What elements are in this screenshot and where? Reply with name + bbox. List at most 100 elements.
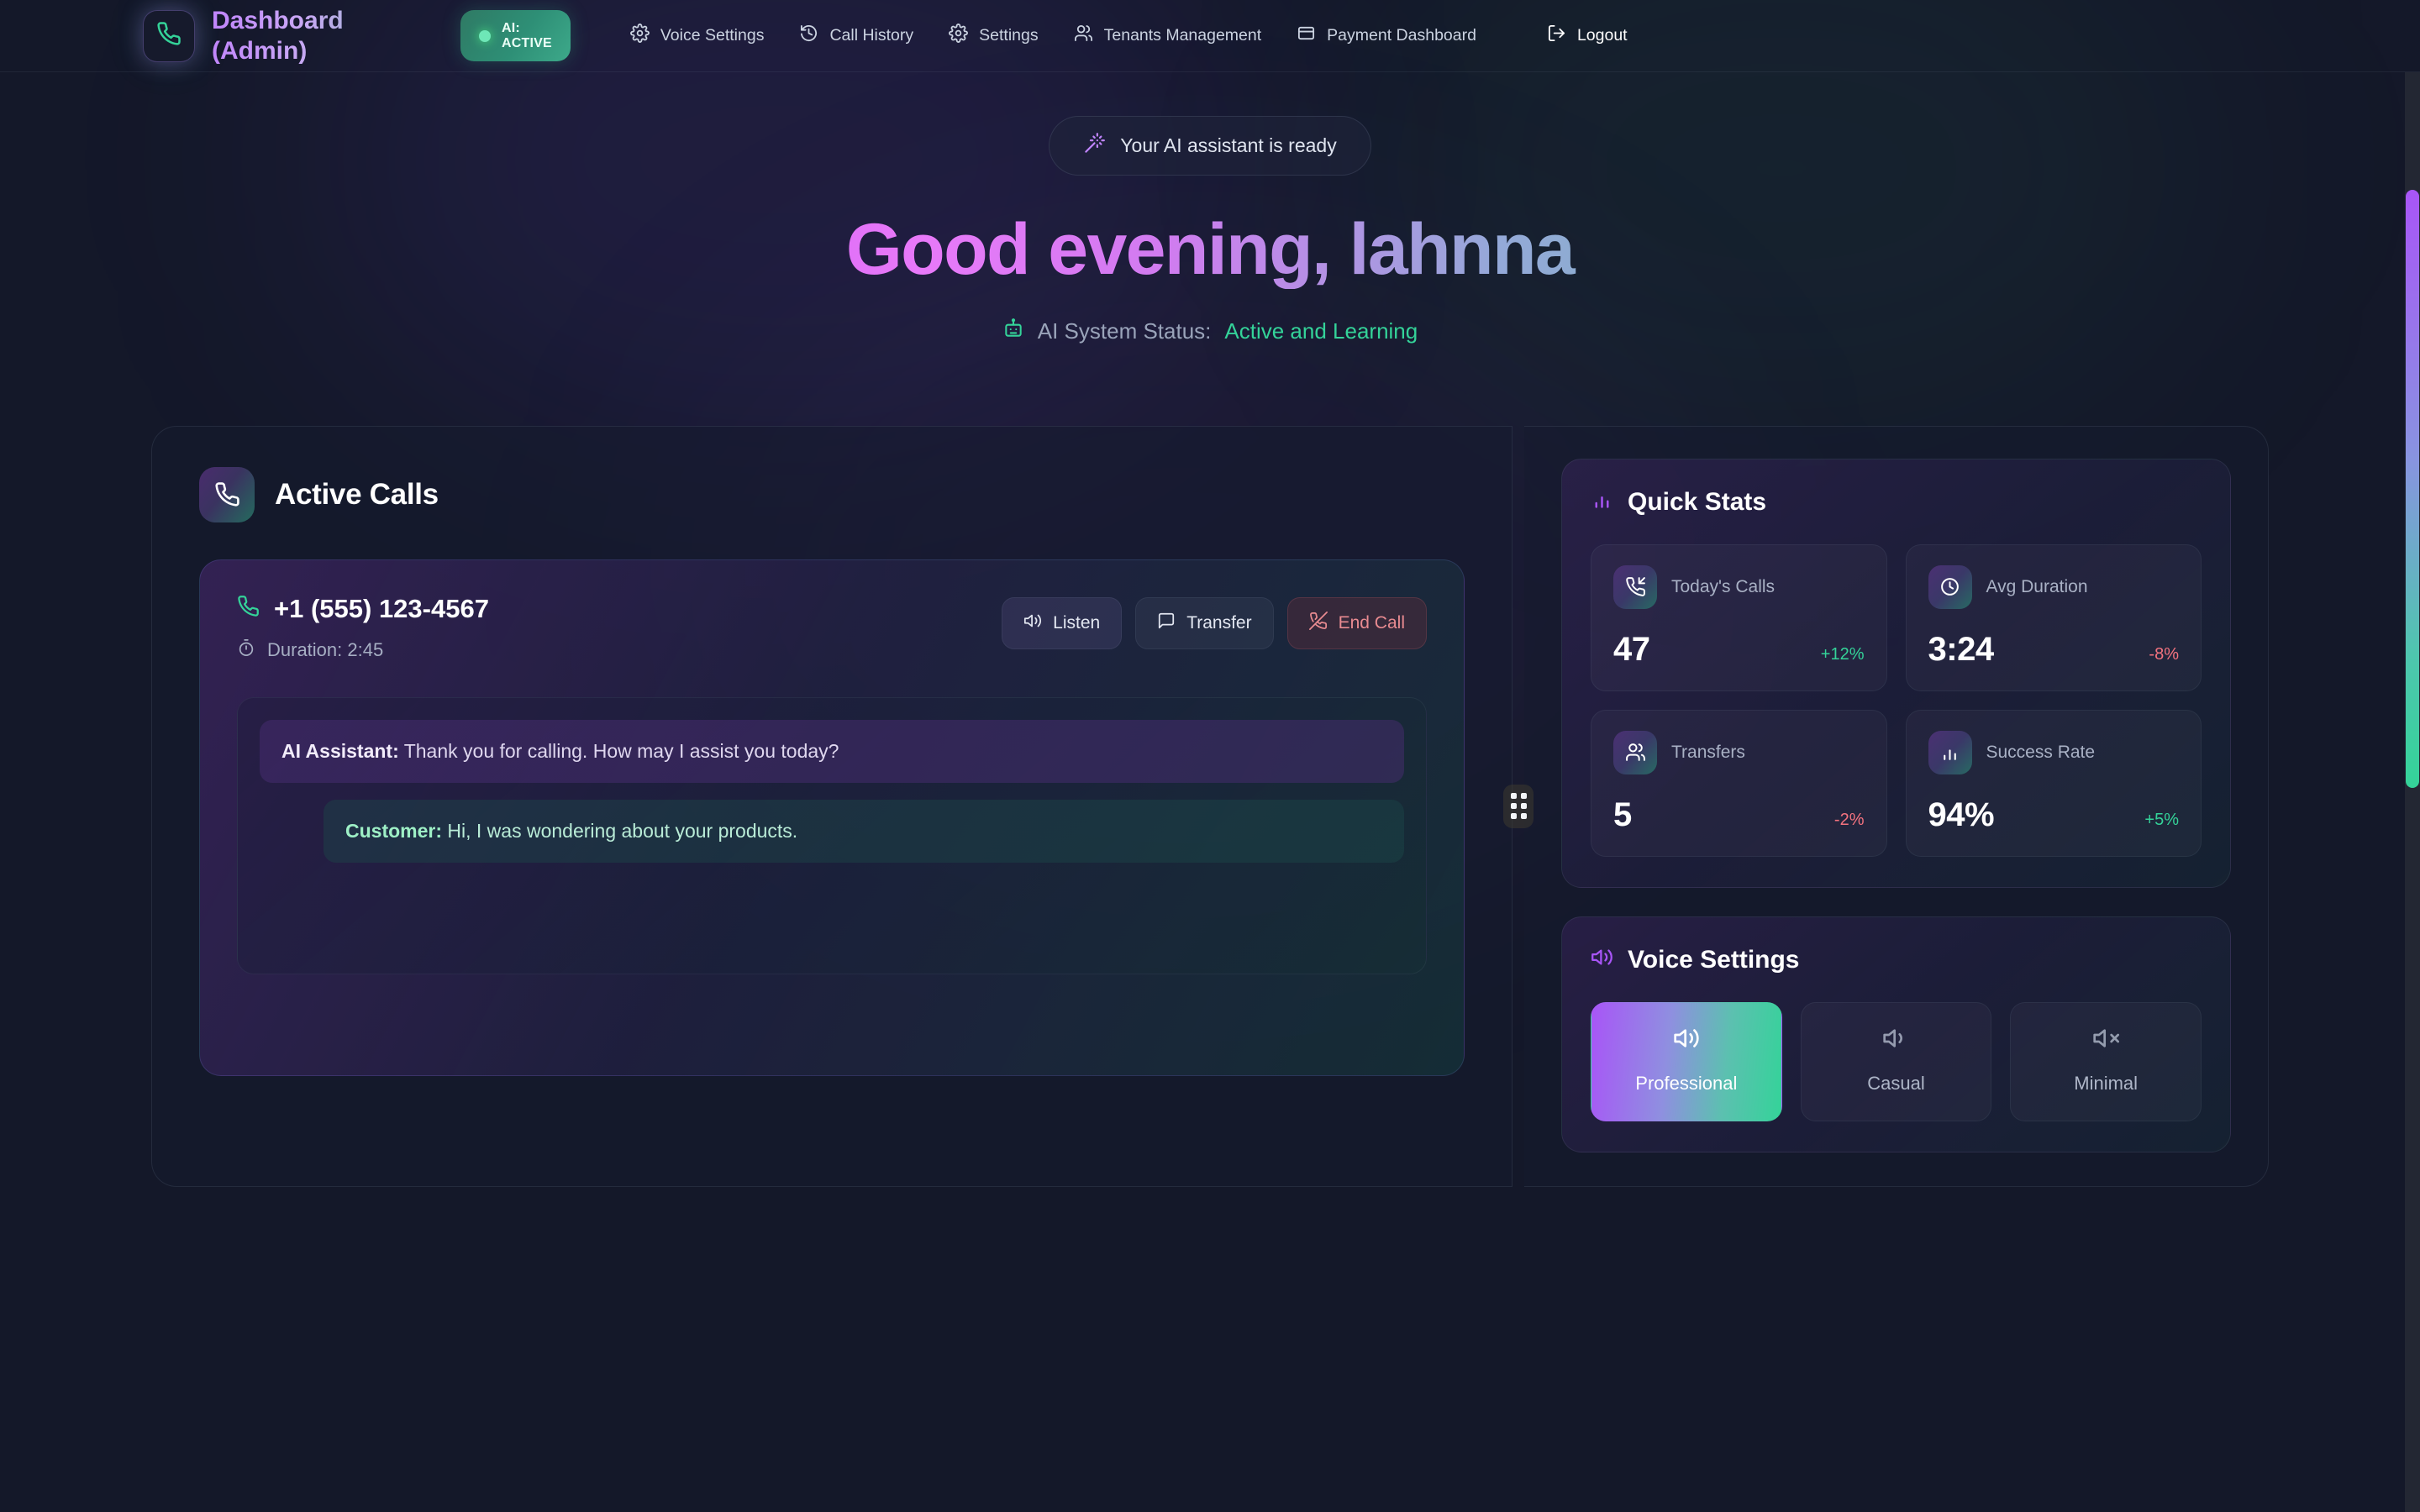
gear-icon — [629, 24, 650, 48]
stat-label: Today's Calls — [1671, 576, 1776, 596]
transcript-speaker: AI Assistant: — [281, 739, 399, 762]
nav-item-settings[interactable]: Settings — [931, 13, 1055, 58]
phone-icon — [199, 466, 255, 522]
voice-option-professional[interactable]: Professional — [1591, 1001, 1782, 1121]
stat-label: Success Rate — [1986, 742, 2096, 762]
stat-delta: +5% — [2144, 810, 2179, 829]
stat-values: 5 -2% — [1613, 796, 1865, 834]
robot-icon — [1002, 318, 1024, 345]
voice-option-label: Casual — [1867, 1072, 1925, 1094]
users-icon — [1074, 24, 1093, 48]
stat-value: 47 — [1613, 630, 1650, 668]
ai-status-chip[interactable]: AI: ACTIVE — [460, 9, 571, 62]
nav-item-label: Settings — [979, 26, 1039, 45]
hero-section: Your AI assistant is ready Good evening,… — [0, 72, 2420, 345]
call-number-row: +1 (555) 123-4567 — [237, 594, 489, 624]
brand[interactable]: Dashboard (Admin) — [143, 6, 430, 66]
end-call-button[interactable]: End Call — [1286, 596, 1427, 649]
call-action-buttons: Listen Transfer End Call — [1002, 594, 1427, 649]
voice-settings-card: Voice Settings Professional Casual Minim… — [1561, 916, 2231, 1152]
nav-item-label: Voice Settings — [660, 26, 765, 45]
stat-values: 94% +5% — [1928, 796, 2180, 834]
nav-item-payment-dashboard[interactable]: Payment Dashboard — [1279, 13, 1494, 58]
page-title: Good evening, lahnna — [0, 211, 2420, 289]
volume-low-icon — [1882, 1029, 1909, 1055]
stat-card-todays-calls: Today's Calls 47 +12% — [1591, 543, 1887, 691]
stat-card-avg-duration: Avg Duration 3:24 -8% — [1905, 543, 2202, 691]
page-scrollbar-track[interactable] — [2405, 72, 2420, 1512]
nav-item-call-history[interactable]: Call History — [781, 13, 931, 58]
voice-settings-header: Voice Settings — [1591, 946, 2202, 975]
stat-values: 47 +12% — [1613, 631, 1865, 669]
nav-links: Voice Settings Call History Settings Ten… — [613, 13, 1645, 58]
logout-button[interactable]: Logout — [1529, 13, 1645, 58]
volume-icon — [1023, 612, 1042, 635]
stat-card-success-rate: Success Rate 94% +5% — [1905, 709, 2202, 857]
top-navigation-bar: Dashboard (Admin) AI: ACTIVE Voice Setti… — [0, 0, 2420, 72]
stat-header: Success Rate — [1928, 730, 2180, 774]
resize-handle[interactable] — [1503, 784, 1534, 828]
main-content: Active Calls +1 (555) 123-4567 Duration:… — [151, 425, 2269, 1187]
call-transcript: AI Assistant: Thank you for calling. How… — [237, 696, 1427, 974]
ai-status-value: Active and Learning — [1224, 318, 1418, 344]
voice-option-label: Professional — [1635, 1072, 1738, 1094]
stat-delta: +12% — [1820, 644, 1865, 664]
ai-chip-line1: AI: — [502, 20, 520, 35]
stat-label: Avg Duration — [1986, 576, 2088, 596]
nav-item-tenants-management[interactable]: Tenants Management — [1056, 13, 1280, 58]
ai-system-status: AI System Status: Active and Learning — [0, 318, 2420, 345]
stat-value: 5 — [1613, 795, 1632, 833]
ai-chip-label: AI: ACTIVE — [502, 21, 552, 51]
sidebar-panel: Quick Stats Today's Calls 47 +12% Avg Du… — [1524, 425, 2269, 1187]
stat-header: Transfers — [1613, 730, 1865, 774]
call-duration-row: Duration: 2:45 — [237, 638, 489, 662]
nav-item-voice-settings[interactable]: Voice Settings — [613, 13, 782, 58]
gear-icon — [949, 24, 969, 48]
clock-icon — [1928, 564, 1972, 609]
stat-delta: -8% — [2149, 644, 2179, 664]
phone-icon — [237, 594, 260, 624]
stat-value: 94% — [1928, 795, 1995, 833]
transcript-text: Thank you for calling. How may I assist … — [398, 739, 839, 762]
bar-chart-icon — [1928, 730, 1972, 774]
bar-chart-icon — [1591, 488, 1613, 517]
logout-label: Logout — [1576, 26, 1628, 45]
listen-label: Listen — [1053, 612, 1101, 633]
transcript-message-ai: AI Assistant: Thank you for calling. How… — [260, 719, 1404, 783]
quick-stats-grid: Today's Calls 47 +12% Avg Duration 3:24 … — [1591, 543, 2202, 857]
page-scrollbar-thumb[interactable] — [2406, 190, 2419, 788]
stat-header: Today's Calls — [1613, 564, 1865, 609]
active-calls-panel: Active Calls +1 (555) 123-4567 Duration:… — [151, 425, 1512, 1187]
brand-title: Dashboard (Admin) — [212, 6, 430, 66]
call-card-header: +1 (555) 123-4567 Duration: 2:45 Listen … — [237, 594, 1427, 662]
transcript-message-customer: Customer: Hi, I was wondering about your… — [324, 799, 1404, 863]
phone-off-icon — [1308, 611, 1328, 635]
stat-header: Avg Duration — [1928, 564, 2180, 609]
status-dot-icon — [479, 29, 491, 42]
call-identity: +1 (555) 123-4567 Duration: 2:45 — [237, 594, 489, 662]
stat-delta: -2% — [1833, 810, 1865, 829]
phone-incoming-icon — [1613, 564, 1657, 609]
voice-option-minimal[interactable]: Minimal — [2010, 1001, 2202, 1121]
call-duration-label: Duration: 2:45 — [267, 638, 384, 660]
logout-icon — [1547, 24, 1566, 48]
listen-button[interactable]: Listen — [1002, 596, 1123, 649]
history-icon — [799, 24, 818, 48]
stat-values: 3:24 -8% — [1928, 631, 2180, 669]
voice-settings-title: Voice Settings — [1628, 946, 1800, 974]
volume-mute-icon — [2092, 1029, 2120, 1055]
transcript-text: Hi, I was wondering about your products. — [442, 819, 798, 842]
voice-option-casual[interactable]: Casual — [1800, 1001, 1992, 1121]
assistant-ready-badge: Your AI assistant is ready — [1049, 116, 1371, 176]
volume-high-icon — [1673, 1029, 1700, 1055]
transfer-button[interactable]: Transfer — [1135, 596, 1274, 649]
nav-item-label: Payment Dashboard — [1327, 26, 1476, 45]
phone-icon — [156, 21, 182, 50]
ai-chip-line2: ACTIVE — [502, 35, 552, 50]
stat-value: 3:24 — [1928, 630, 1995, 668]
active-call-card: +1 (555) 123-4567 Duration: 2:45 Listen … — [199, 559, 1465, 1076]
voice-option-label: Minimal — [2074, 1072, 2139, 1094]
brand-logo — [143, 9, 195, 62]
timer-icon — [237, 638, 255, 662]
stat-label: Transfers — [1671, 742, 1745, 762]
